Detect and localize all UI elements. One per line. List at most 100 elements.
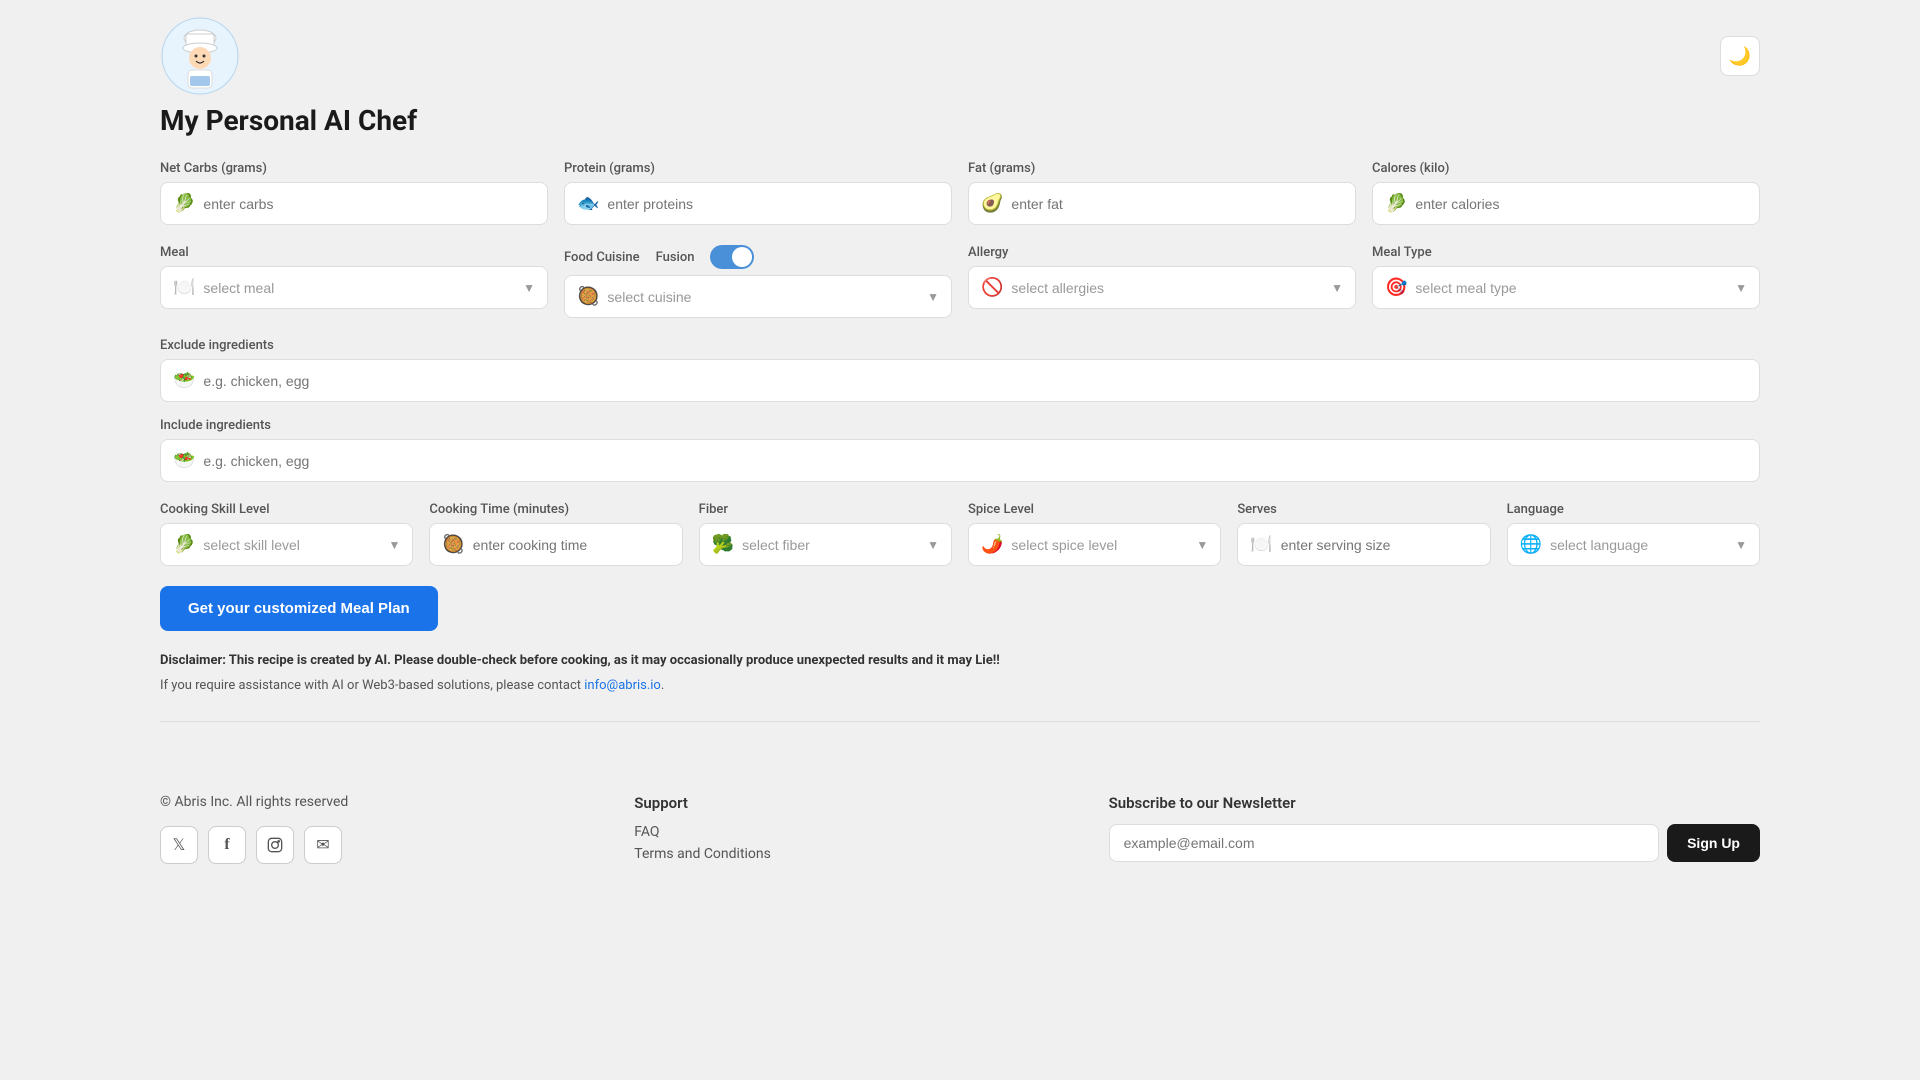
include-input[interactable] [203, 453, 1747, 469]
newsletter-title: Subscribe to our Newsletter [1109, 794, 1760, 812]
footer-newsletter: Subscribe to our Newsletter Sign Up [1109, 794, 1760, 862]
cooking-time-input-wrapper[interactable]: 🥘 [429, 523, 682, 566]
exclude-input-wrapper[interactable]: 🥗 [160, 359, 1760, 402]
fat-label: Fat (grams) [968, 161, 1356, 176]
disclaimer-contact: If you require assistance with AI or Web… [160, 678, 584, 693]
meal-type-group: Meal Type 🎯 select meal type ▼ [1372, 245, 1760, 318]
serves-input[interactable] [1281, 537, 1478, 553]
fusion-toggle[interactable] [710, 245, 754, 269]
fiber-group: Fiber 🥦 select fiber ▼ [699, 502, 952, 566]
meal-label: Meal [160, 245, 548, 260]
serves-label: Serves [1237, 502, 1490, 517]
net-carbs-label: Net Carbs (grams) [160, 161, 548, 176]
cooking-skill-icon: 🥬 [173, 534, 195, 555]
net-carbs-input-wrapper[interactable]: 🥬 [160, 182, 548, 225]
protein-input-wrapper[interactable]: 🐟 [564, 182, 952, 225]
meal-chevron-icon: ▼ [523, 281, 535, 295]
nutrition-row: Net Carbs (grams) 🥬 Protein (grams) 🐟 Fa… [160, 161, 1760, 225]
main-content: 🌙 My Personal AI Chef Net Carbs (grams) … [0, 0, 1920, 762]
protein-label: Protein (grams) [564, 161, 952, 176]
disclaimer-text1: Disclaimer: This recipe is created by AI… [160, 651, 1760, 672]
footer-support: Support FAQ Terms and Conditions [634, 794, 1068, 868]
fat-input-wrapper[interactable]: 🥑 [968, 182, 1356, 225]
moon-icon: 🌙 [1729, 46, 1751, 67]
spice-level-icon: 🌶️ [981, 534, 1003, 555]
email-button[interactable]: ✉ [304, 826, 342, 864]
faq-link[interactable]: FAQ [634, 824, 1068, 840]
fat-icon: 🥑 [981, 193, 1003, 214]
fat-input[interactable] [1011, 196, 1343, 212]
spice-level-label: Spice Level [968, 502, 1221, 517]
language-chevron-icon: ▼ [1735, 538, 1747, 552]
footer-copyright: © Abris Inc. All rights reserved [160, 794, 594, 810]
get-plan-button[interactable]: Get your customized Meal Plan [160, 586, 438, 631]
carbs-icon: 🥬 [173, 193, 195, 214]
fiber-chevron-icon: ▼ [927, 538, 939, 552]
cuisine-chevron-icon: ▼ [927, 290, 939, 304]
signup-button[interactable]: Sign Up [1667, 824, 1760, 862]
footer-socials: 𝕏 f ✉ [160, 826, 594, 864]
exclude-icon: 🥗 [173, 370, 195, 391]
language-group: Language 🌐 select language ▼ [1507, 502, 1760, 566]
net-carbs-input[interactable] [203, 196, 535, 212]
footer-divider [160, 721, 1760, 722]
fat-group: Fat (grams) 🥑 [968, 161, 1356, 225]
facebook-button[interactable]: f [208, 826, 246, 864]
meal-type-select[interactable]: select meal type [1415, 280, 1727, 296]
cooking-time-input[interactable] [473, 537, 670, 553]
cooking-time-icon: 🥘 [442, 534, 464, 555]
cooking-time-group: Cooking Time (minutes) 🥘 [429, 502, 682, 566]
fiber-select-wrapper[interactable]: 🥦 select fiber ▼ [699, 523, 952, 566]
meal-type-label: Meal Type [1372, 245, 1760, 260]
language-select[interactable]: select language [1550, 537, 1727, 553]
language-icon: 🌐 [1520, 534, 1542, 555]
cooking-skill-label: Cooking Skill Level [160, 502, 413, 517]
dark-mode-button[interactable]: 🌙 [1720, 36, 1760, 76]
allergy-group: Allergy 🚫 select allergies ▼ [968, 245, 1356, 318]
meal-type-select-wrapper[interactable]: 🎯 select meal type ▼ [1372, 266, 1760, 309]
food-cuisine-group: Food Cuisine Fusion 🥘 select cuisine ▼ [564, 245, 952, 318]
calories-input-wrapper[interactable]: 🥬 [1372, 182, 1760, 225]
cooking-skill-select-wrapper[interactable]: 🥬 select skill level ▼ [160, 523, 413, 566]
cuisine-select-wrapper[interactable]: 🥘 select cuisine ▼ [564, 275, 952, 318]
calories-input[interactable] [1415, 196, 1747, 212]
fusion-label: Fusion [656, 250, 695, 265]
twitter-button[interactable]: 𝕏 [160, 826, 198, 864]
include-input-wrapper[interactable]: 🥗 [160, 439, 1760, 482]
fiber-select[interactable]: select fiber [742, 537, 919, 553]
disclaimer-email[interactable]: info@abris.io [584, 678, 661, 693]
spice-level-group: Spice Level 🌶️ select spice level ▼ [968, 502, 1221, 566]
cooking-skill-chevron-icon: ▼ [388, 538, 400, 552]
meal-select[interactable]: select meal [203, 280, 515, 296]
exclude-input[interactable] [203, 373, 1747, 389]
spice-level-select[interactable]: select spice level [1011, 537, 1188, 553]
instagram-button[interactable] [256, 826, 294, 864]
allergy-select[interactable]: select allergies [1011, 280, 1323, 296]
cooking-skill-select[interactable]: select skill level [203, 537, 380, 553]
protein-input[interactable] [607, 196, 939, 212]
calories-group: Calores (kilo) 🥬 [1372, 161, 1760, 225]
disclaimer-bold: Disclaimer: This recipe is created by AI… [160, 653, 1000, 668]
allergy-label: Allergy [968, 245, 1356, 260]
cuisine-label-row: Food Cuisine Fusion [564, 245, 952, 269]
logo [160, 16, 240, 96]
page-title: My Personal AI Chef [160, 104, 1760, 137]
allergy-select-wrapper[interactable]: 🚫 select allergies ▼ [968, 266, 1356, 309]
meal-select-wrapper[interactable]: 🍽️ select meal ▼ [160, 266, 548, 309]
cooking-time-label: Cooking Time (minutes) [429, 502, 682, 517]
net-carbs-group: Net Carbs (grams) 🥬 [160, 161, 548, 225]
footer: © Abris Inc. All rights reserved 𝕏 f ✉ S… [0, 762, 1920, 900]
include-icon: 🥗 [173, 450, 195, 471]
language-label: Language [1507, 502, 1760, 517]
exclude-label: Exclude ingredients [160, 338, 1760, 353]
terms-link[interactable]: Terms and Conditions [634, 846, 1068, 862]
calories-label: Calores (kilo) [1372, 161, 1760, 176]
serves-input-wrapper[interactable]: 🍽️ [1237, 523, 1490, 566]
exclude-group: Exclude ingredients 🥗 [160, 338, 1760, 402]
disclaimer-text2: If you require assistance with AI or Web… [160, 676, 1760, 697]
cuisine-select[interactable]: select cuisine [607, 289, 919, 305]
spice-level-chevron-icon: ▼ [1196, 538, 1208, 552]
spice-level-select-wrapper[interactable]: 🌶️ select spice level ▼ [968, 523, 1221, 566]
language-select-wrapper[interactable]: 🌐 select language ▼ [1507, 523, 1760, 566]
newsletter-input[interactable] [1109, 824, 1660, 862]
